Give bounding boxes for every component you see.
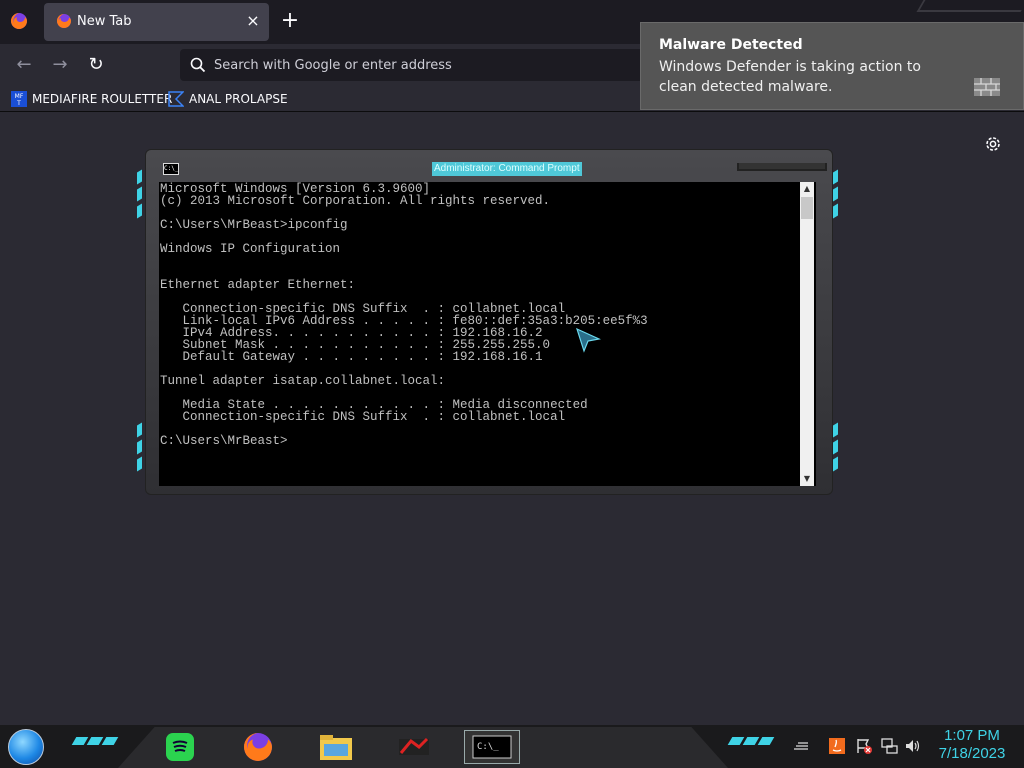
decorative-notch [737, 163, 827, 171]
show-hidden-icons-icon[interactable] [792, 737, 810, 755]
malware-notification[interactable]: Malware Detected Windows Defender is tak… [640, 22, 1024, 110]
console-line: Tunnel adapter isatap.collabnet.local: [160, 374, 446, 388]
taskbar-firefox[interactable] [230, 730, 286, 764]
forward-button[interactable]: → [49, 54, 71, 76]
console-line: Connection-specific DNS Suffix . : colla… [160, 410, 566, 424]
scroll-up-icon[interactable]: ▲ [800, 182, 814, 196]
back-button[interactable]: ← [13, 54, 35, 76]
taskbar-game-app[interactable] [386, 730, 442, 764]
scroll-down-icon[interactable]: ▼ [800, 472, 814, 486]
search-icon [190, 57, 206, 73]
network-icon[interactable] [880, 737, 898, 755]
firefox-menu-icon[interactable] [10, 12, 28, 30]
console-output[interactable]: Microsoft Windows [Version 6.3.9600] (c) … [159, 182, 816, 486]
svg-text:T: T [16, 100, 21, 107]
new-tab-button[interactable]: + [279, 10, 301, 33]
taskbar-lights-right [727, 737, 775, 745]
mouse-cursor-icon [576, 327, 601, 353]
gear-icon[interactable] [983, 134, 1003, 154]
bookmark-flag-icon [168, 91, 184, 107]
taskbar-command-prompt[interactable]: C:\_ [464, 730, 520, 764]
volume-icon[interactable] [904, 737, 922, 755]
clock-date: 7/18/2023 [938, 745, 1006, 762]
notification-title: Malware Detected [659, 37, 803, 53]
tab-new-tab[interactable]: New Tab × [44, 3, 269, 41]
mediafire-icon: MFT [11, 91, 27, 107]
bookmark-label: MEDIAFIRE ROULETTER [32, 92, 173, 106]
window-title: Administrator: Command Prompt [432, 162, 582, 176]
file-explorer-icon [320, 735, 352, 760]
defender-wall-icon [974, 78, 1000, 96]
command-prompt-window[interactable]: C:\_ Administrator: Command Prompt Micro… [137, 149, 841, 495]
action-center-flag-icon[interactable] [855, 737, 873, 755]
cmd-app-text: C:\_ [477, 742, 499, 752]
console-line: (c) 2013 Microsoft Corporation. All righ… [160, 194, 551, 208]
taskbar-spotify[interactable] [152, 730, 208, 764]
window-titlebar[interactable]: C:\_ Administrator: Command Prompt [157, 159, 827, 181]
system-clock[interactable]: 1:07 PM 7/18/2023 [926, 727, 1018, 763]
firefox-icon [244, 733, 272, 761]
java-update-icon[interactable] [828, 737, 846, 755]
frame-right-lights-bottom [833, 422, 841, 475]
close-tab-icon[interactable]: × [244, 12, 262, 30]
decorative-corner [916, 0, 1024, 12]
bookmark-label: ANAL PROLAPSE [189, 92, 288, 106]
command-prompt-icon: C:\_ [163, 163, 179, 175]
frame-right-lights [833, 169, 841, 222]
console-line: C:\Users\MrBeast> [160, 434, 288, 448]
game-app-icon [399, 737, 429, 755]
start-button[interactable] [8, 729, 44, 765]
svg-text:MF: MF [15, 93, 24, 100]
address-input[interactable] [214, 49, 634, 81]
scrollbar-thumb[interactable] [801, 197, 813, 219]
reload-button[interactable]: ↻ [85, 54, 107, 76]
taskbar-lights-left [71, 737, 119, 745]
bookmark-mediafire-rouletter[interactable]: MF T MEDIAFIRE ROULETTER [11, 89, 172, 109]
firefox-icon [57, 14, 71, 28]
frame-left-lights [137, 169, 145, 222]
console-line: Windows IP Configuration [160, 242, 341, 256]
taskbar-file-explorer[interactable] [308, 730, 364, 764]
tab-title: New Tab [77, 14, 132, 29]
address-bar[interactable] [180, 49, 700, 81]
spotify-icon [166, 733, 194, 761]
console-text: Microsoft Windows [Version 6.3.9600] (c) … [160, 183, 648, 448]
taskbar: C:\_ 1:07 PM 7/18/2023 [0, 725, 1024, 768]
clock-time: 1:07 PM [944, 727, 1000, 744]
frame-left-lights-bottom [137, 422, 145, 475]
notification-body: Windows Defender is taking action to cle… [659, 59, 921, 95]
vertical-scrollbar[interactable]: ▲ ▼ [800, 182, 814, 486]
console-line: C:\Users\MrBeast>ipconfig [160, 218, 348, 232]
bookmark-anal-prolapse[interactable]: ANAL PROLAPSE [168, 89, 288, 109]
command-prompt-icon: C:\_ [472, 735, 512, 759]
console-line: Ethernet adapter Ethernet: [160, 278, 356, 292]
